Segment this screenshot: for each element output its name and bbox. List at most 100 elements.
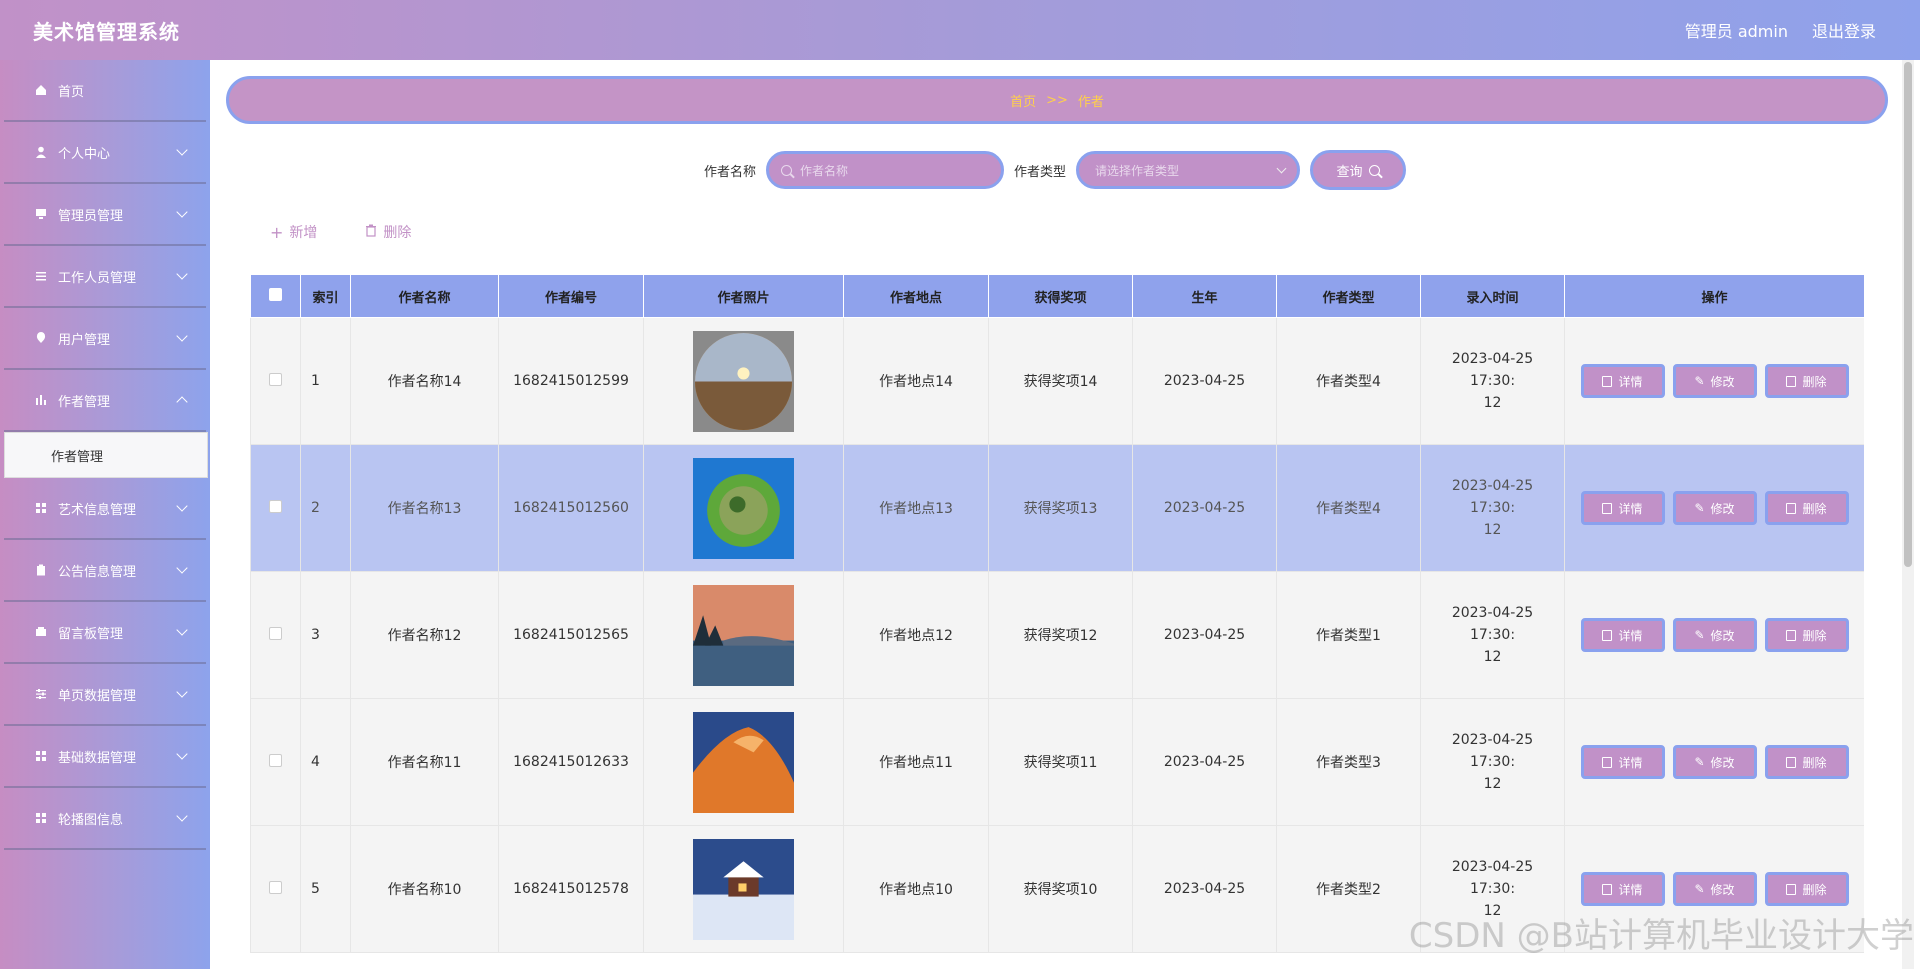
edit-button[interactable]: ✎ 修改 [1672, 491, 1757, 525]
document-icon [1602, 629, 1613, 641]
column-header: 索引 [300, 274, 351, 318]
row-checkbox[interactable] [269, 499, 282, 513]
edit-label: 修改 [1710, 628, 1735, 643]
select-all-checkbox[interactable] [269, 287, 282, 301]
author-name-input[interactable]: 作者名称 [766, 151, 1004, 189]
author-code: 1682415012599 [498, 317, 644, 445]
row-checkbox-cell [250, 571, 301, 699]
query-button[interactable]: 查询 [1310, 150, 1407, 190]
row-checkbox[interactable] [269, 753, 282, 767]
sidebar-item-label: 单页数据管理 [58, 688, 137, 704]
sidebar-item-staff-management[interactable]: 工作人员管理 [4, 246, 206, 308]
delete-button[interactable]: 删除 [1764, 364, 1849, 398]
table-header-row: 索引 作者名称 作者编号 作者照片 作者地点 获得奖项 生年 作者类型 录入时间… [250, 274, 1864, 318]
plus-icon: + [270, 222, 284, 242]
entry-time: 2023-04-25 17:30: 12 [1420, 698, 1565, 826]
row-checkbox[interactable] [269, 372, 282, 386]
sidebar-item-message-board[interactable]: 留言板管理 [4, 602, 206, 664]
trash-icon [1786, 502, 1797, 514]
batch-delete-button[interactable]: 删除 [365, 222, 411, 242]
author-award: 获得奖项14 [988, 317, 1133, 445]
author-photo-cell [643, 825, 844, 953]
author-name: 作者名称12 [350, 571, 499, 699]
sidebar-item-user-management[interactable]: 用户管理 [4, 308, 206, 370]
edit-label: 修改 [1710, 501, 1735, 516]
author-photo-lake[interactable] [693, 584, 794, 686]
trash-icon [1786, 375, 1797, 387]
header-user-area: 管理员 admin 退出登录 [1685, 18, 1876, 42]
sidebar-item-home[interactable]: 首页 [4, 60, 206, 122]
table-row[interactable]: 1 作者名称14 1682415012599 作者地点14 获得奖项14 202… [250, 317, 1864, 445]
sidebar-item-label: 轮播图信息 [58, 812, 124, 828]
sidebar-item-notice-info[interactable]: 公告信息管理 [4, 540, 206, 602]
document-icon [1602, 883, 1613, 895]
table-row[interactable]: 2 作者名称13 1682415012560 作者地点13 获得奖项13 202… [250, 444, 1864, 572]
delete-label: 删除 [1802, 374, 1827, 389]
row-checkbox-cell [250, 317, 301, 445]
delete-button[interactable]: 删除 [1764, 491, 1849, 525]
message-icon [34, 625, 48, 639]
sidebar-item-label: 用户管理 [58, 332, 111, 348]
search-icon [1368, 164, 1380, 176]
column-header: 作者照片 [643, 274, 844, 318]
chevron-down-icon [176, 268, 188, 280]
delete-label: 删除 [1802, 882, 1827, 897]
row-checkbox[interactable] [269, 880, 282, 894]
row-operations: 详情 ✎ 修改 删除 [1564, 571, 1864, 699]
add-button[interactable]: + 新增 [270, 222, 317, 242]
column-header: 录入时间 [1420, 274, 1565, 318]
column-header: 获得奖项 [988, 274, 1133, 318]
pencil-icon: ✎ [1694, 374, 1705, 388]
author-birth-year: 2023-04-25 [1132, 825, 1277, 953]
submenu-item-author-management[interactable]: 作者管理 [4, 432, 208, 478]
table-row[interactable]: 4 作者名称11 1682415012633 作者地点11 获得奖项11 202… [250, 698, 1864, 826]
detail-button[interactable]: 详情 [1580, 618, 1665, 652]
sidebar-item-carousel-info[interactable]: 轮播图信息 [4, 788, 206, 850]
add-button-label: 新增 [289, 225, 318, 241]
trash-icon [1786, 756, 1797, 768]
delete-button[interactable]: 删除 [1764, 745, 1849, 779]
delete-button[interactable]: 删除 [1764, 618, 1849, 652]
author-type-select[interactable]: 请选择作者类型 [1076, 151, 1301, 189]
row-checkbox[interactable] [269, 626, 282, 640]
edit-button[interactable]: ✎ 修改 [1672, 872, 1757, 906]
select-all-cell [250, 274, 301, 318]
detail-button[interactable]: 详情 [1580, 364, 1665, 398]
detail-button[interactable]: 详情 [1580, 872, 1665, 906]
edit-button[interactable]: ✎ 修改 [1672, 618, 1757, 652]
sidebar-item-single-page-data[interactable]: 单页数据管理 [4, 664, 206, 726]
logout-link[interactable]: 退出登录 [1812, 18, 1876, 42]
sidebar-item-label: 公告信息管理 [58, 564, 137, 580]
chevron-down-icon [176, 330, 188, 342]
edit-button[interactable]: ✎ 修改 [1672, 364, 1757, 398]
entry-time-line2: 12 [1483, 649, 1502, 665]
author-name-label: 作者名称 [703, 164, 756, 180]
row-checkbox-cell [250, 698, 301, 826]
author-photo-sunset[interactable] [693, 330, 794, 432]
sidebar-item-art-info[interactable]: 艺术信息管理 [4, 478, 206, 540]
sidebar-item-basic-data[interactable]: 基础数据管理 [4, 726, 206, 788]
trash-icon [365, 224, 377, 241]
author-birth-year: 2023-04-25 [1132, 571, 1277, 699]
detail-button[interactable]: 详情 [1580, 491, 1665, 525]
sidebar-item-admin-management[interactable]: 管理员管理 [4, 184, 206, 246]
watermark: CSDN @B站计算机毕业设计大学 [1408, 916, 1914, 956]
admin-user-label[interactable]: 管理员 admin [1685, 18, 1788, 42]
breadcrumb-home[interactable]: 首页 [1010, 91, 1036, 110]
author-photo-globe[interactable] [693, 457, 794, 559]
delete-label: 删除 [1802, 755, 1827, 770]
detail-button[interactable]: 详情 [1580, 745, 1665, 779]
edit-button[interactable]: ✎ 修改 [1672, 745, 1757, 779]
row-checkbox-cell [250, 825, 301, 953]
sidebar-item-author-management[interactable]: 作者管理 [4, 370, 206, 432]
edit-label: 修改 [1710, 882, 1735, 897]
author-photo-snow[interactable] [693, 838, 794, 940]
author-photo-rock[interactable] [693, 711, 794, 813]
page-scrollbar-thumb[interactable] [1904, 62, 1912, 567]
delete-button[interactable]: 删除 [1764, 872, 1849, 906]
sidebar-menu: 首页 个人中心 管理员管理 工作人员管理 用户管理 作者管理 作者管理 艺术信息… [0, 60, 210, 969]
grid-icon [34, 749, 48, 763]
sidebar-item-personal-center[interactable]: 个人中心 [4, 122, 206, 184]
author-type: 作者类型4 [1276, 317, 1421, 445]
table-row[interactable]: 3 作者名称12 1682415012565 作者地点12 获得奖项12 202… [250, 571, 1864, 699]
